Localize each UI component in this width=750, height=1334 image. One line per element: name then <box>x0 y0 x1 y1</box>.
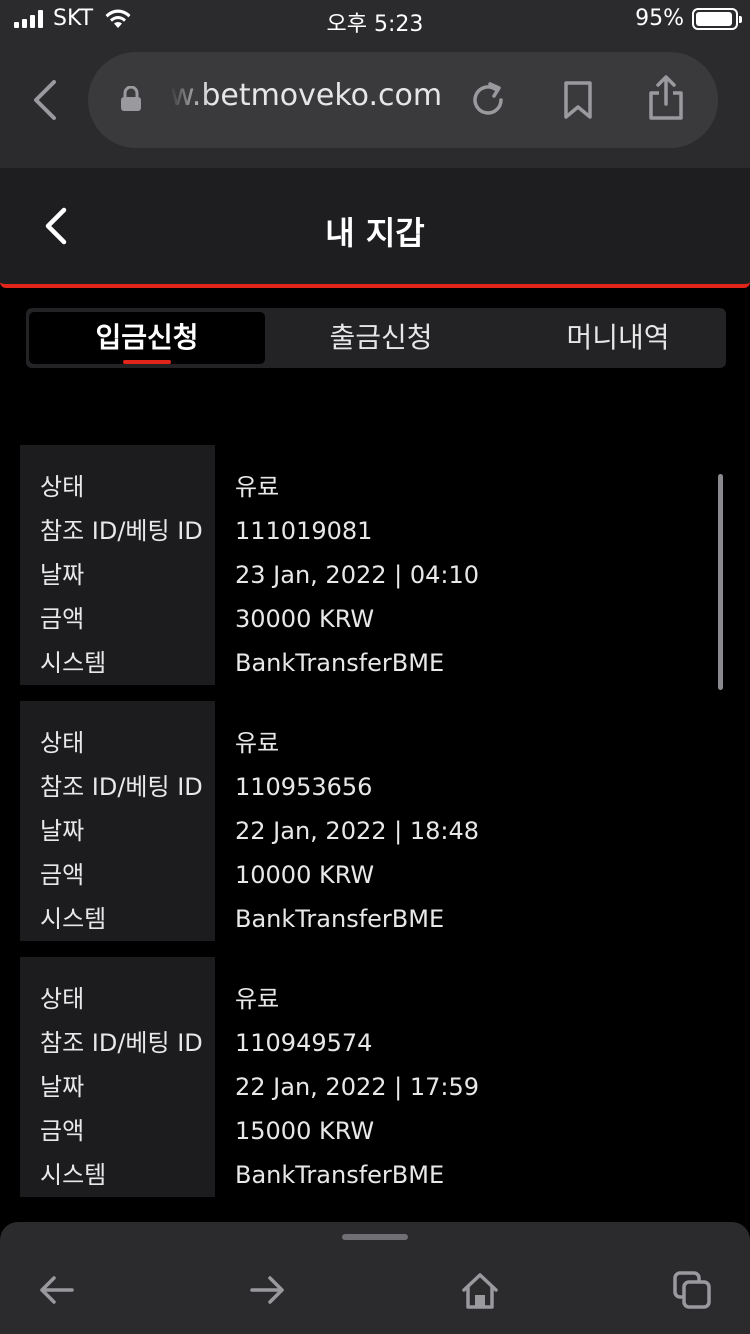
amount-value: 10000 KRW <box>235 861 375 889</box>
ref-id-value: 110949574 <box>235 1029 373 1057</box>
date-label: 날짜 <box>40 1073 85 1101</box>
transaction-record: 상태 참조 ID/베팅 ID 날짜 금액 시스템 유료 110953656 22… <box>20 701 720 941</box>
system-value: BankTransferBME <box>235 649 445 677</box>
date-value: 22 Jan, 2022 | 17:59 <box>235 1073 480 1101</box>
active-tab-indicator <box>123 360 171 364</box>
bookmark-icon[interactable] <box>560 80 596 120</box>
ref-id-label: 참조 ID/베팅 ID <box>40 1029 203 1057</box>
status-value: 유료 <box>235 729 280 757</box>
tab-money-history[interactable]: 머니내역 <box>500 312 736 364</box>
back-arrow-icon[interactable] <box>36 1270 76 1310</box>
ref-id-value: 110953656 <box>235 773 373 801</box>
reload-icon[interactable] <box>468 80 508 120</box>
system-label: 시스템 <box>40 1161 107 1189</box>
tab-label: 입금신청 <box>95 321 199 354</box>
date-value: 23 Jan, 2022 | 04:10 <box>235 561 480 589</box>
tab-label: 머니내역 <box>566 321 670 354</box>
status-bar: SKT 오후 5:23 95% <box>0 0 750 40</box>
tab-deposit-request[interactable]: 입금신청 <box>29 312 265 364</box>
battery-level <box>696 11 733 26</box>
amount-label: 금액 <box>40 605 85 633</box>
date-value: 22 Jan, 2022 | 18:48 <box>235 817 480 845</box>
tab-label: 출금신청 <box>329 321 433 354</box>
battery-percent: 95% <box>635 6 684 31</box>
lock-icon <box>121 86 141 111</box>
address-bar[interactable]: w.betmoveko.com <box>88 52 718 148</box>
status-right: 95% <box>635 6 742 31</box>
wallet-tabs: 입금신청 출금신청 머니내역 <box>26 308 726 368</box>
ref-id-label: 참조 ID/베팅 ID <box>40 517 203 545</box>
transaction-record: 상태 참조 ID/베팅 ID 날짜 금액 시스템 유료 111019081 23… <box>20 445 720 685</box>
page-title: 내 지갑 <box>325 214 425 252</box>
scrollbar[interactable] <box>718 474 723 690</box>
status-label: 상태 <box>40 729 85 757</box>
status-value: 유료 <box>235 985 280 1013</box>
ref-id-value: 111019081 <box>235 517 373 545</box>
share-icon[interactable] <box>646 74 686 122</box>
app-header: 내 지갑 <box>0 168 750 288</box>
transaction-record: 상태 참조 ID/베팅 ID 날짜 금액 시스템 유료 110949574 22… <box>20 957 720 1197</box>
amount-value: 15000 KRW <box>235 1117 375 1145</box>
tab-withdraw-request[interactable]: 출금신청 <box>263 312 499 364</box>
browser-bottom-toolbar <box>0 1222 750 1334</box>
browser-toolbar: w.betmoveko.com <box>0 40 750 168</box>
date-label: 날짜 <box>40 817 85 845</box>
amount-value: 30000 KRW <box>235 605 375 633</box>
system-label: 시스템 <box>40 905 107 933</box>
url-text[interactable]: w.betmoveko.com <box>170 78 440 113</box>
amount-label: 금액 <box>40 1117 85 1145</box>
system-label: 시스템 <box>40 649 107 677</box>
toolbar-grabber[interactable] <box>342 1234 408 1240</box>
ref-id-label: 참조 ID/베팅 ID <box>40 773 203 801</box>
battery-icon <box>692 7 742 30</box>
status-label: 상태 <box>40 473 85 501</box>
system-value: BankTransferBME <box>235 905 445 933</box>
date-label: 날짜 <box>40 561 85 589</box>
system-value: BankTransferBME <box>235 1161 445 1189</box>
home-icon[interactable] <box>460 1270 500 1310</box>
forward-arrow-icon[interactable] <box>248 1270 288 1310</box>
tabs-icon[interactable] <box>672 1270 712 1310</box>
status-label: 상태 <box>40 985 85 1013</box>
browser-back-icon[interactable] <box>26 76 66 124</box>
amount-label: 금액 <box>40 861 85 889</box>
status-value: 유료 <box>235 473 280 501</box>
